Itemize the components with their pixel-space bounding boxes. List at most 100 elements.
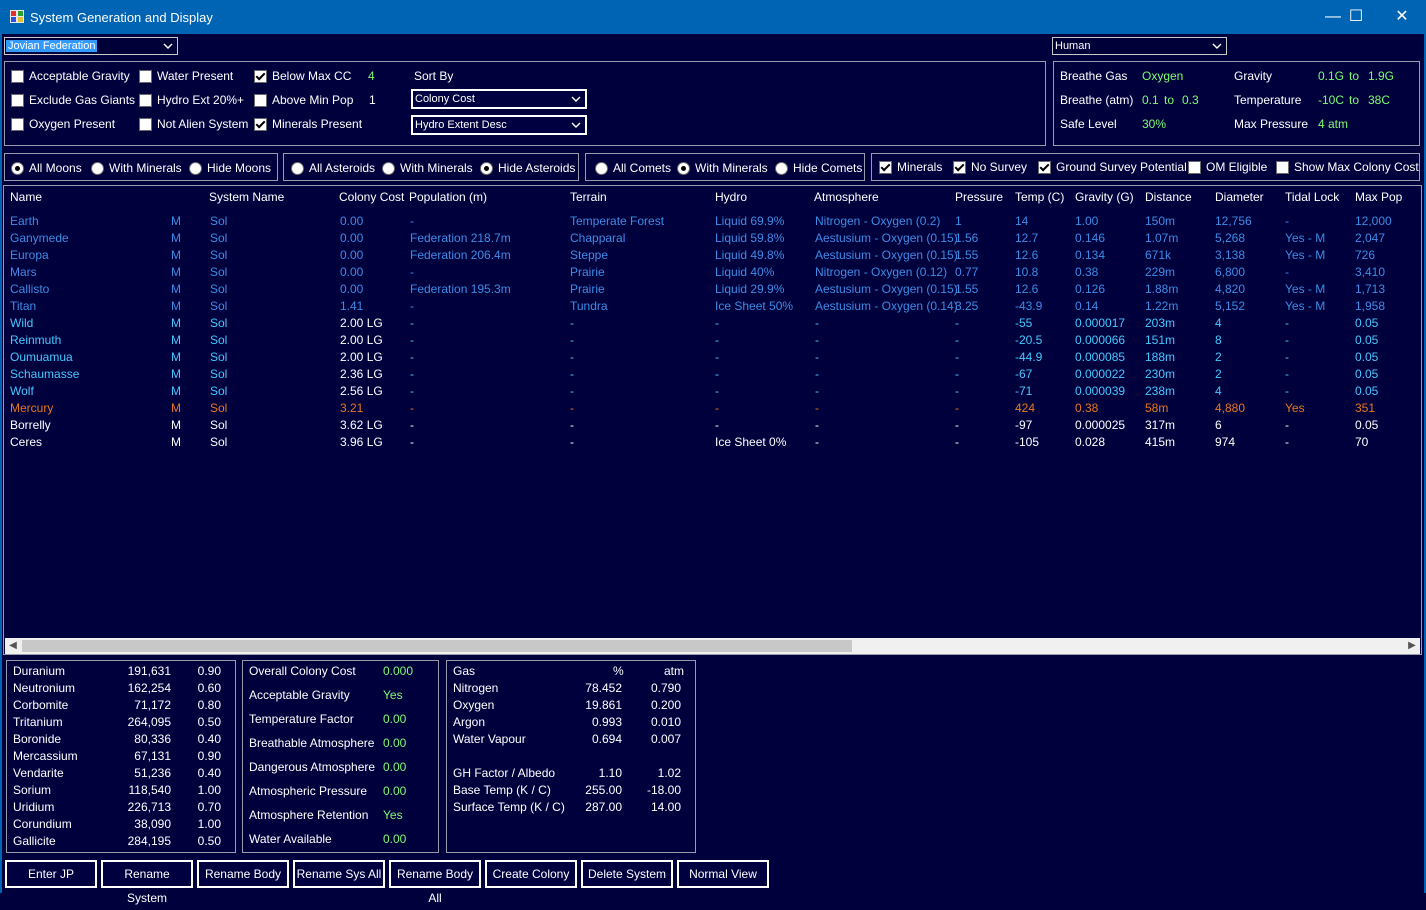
rename-body-all-button[interactable]: Rename Body All	[389, 860, 481, 905]
table-cell: Tundra	[570, 299, 608, 313]
exclude-gas-giants-checkbox[interactable]	[11, 94, 24, 107]
sort-secondary-select[interactable]: Hydro Extent Desc	[411, 115, 587, 135]
column-header[interactable]: Distance	[1145, 190, 1192, 204]
table-row[interactable]: Wild M Sol 2.00 LG - - - - - -55 0.000017 203m 4 - 0.0…	[4, 316, 1421, 333]
table-cell: -	[410, 265, 414, 279]
asteroids-with-minerals-radio[interactable]	[382, 162, 395, 175]
below-max-cc-value[interactable]: 4	[368, 69, 375, 83]
horizontal-scrollbar[interactable]: ◀ ▶	[5, 638, 1420, 654]
temp-to: to	[1349, 93, 1360, 107]
table-cell: 1.41	[340, 299, 364, 313]
factor-value-a: 287.00	[585, 800, 622, 814]
enter-jp-button[interactable]: Enter JP	[5, 860, 97, 888]
hide-comets-radio[interactable]	[775, 162, 788, 175]
column-header[interactable]: Name	[10, 190, 42, 204]
max-pressure-value: 4 atm	[1318, 117, 1349, 131]
comets-with-minerals-radio[interactable]	[677, 162, 690, 175]
table-cell: 8	[1215, 333, 1222, 347]
minerals-present-checkbox[interactable]	[254, 118, 267, 131]
table-cell: Sol	[210, 282, 228, 296]
moons-with-minerals-radio[interactable]	[91, 162, 104, 175]
table-cell: Titan	[10, 299, 37, 313]
table-cell: -44.9	[1015, 350, 1043, 364]
all-comets-radio[interactable]	[595, 162, 608, 175]
species-select[interactable]: Human	[1052, 37, 1227, 55]
column-header[interactable]: Population (m)	[409, 190, 487, 204]
table-cell: 415m	[1145, 435, 1176, 449]
maximize-button[interactable]: ☐	[1333, 0, 1379, 34]
table-row[interactable]: Reinmuth M Sol 2.00 LG - - - - - -20.5 0.000066 151…	[4, 333, 1421, 350]
create-colony-button[interactable]: Create Colony	[485, 860, 577, 888]
hydro-ext-label: Hydro Ext 20%+	[157, 93, 245, 107]
table-row[interactable]: Mars M Sol 0.00 - Prairie Liquid 40% Nitrogen -…	[4, 265, 1421, 282]
table-cell: M	[171, 231, 181, 245]
column-header[interactable]: Hydro	[715, 190, 747, 204]
delete-system-button[interactable]: Delete System	[581, 860, 673, 888]
sort-primary-select[interactable]: Colony Cost	[411, 89, 587, 109]
table-cell: -	[715, 350, 719, 364]
all-asteroids-radio[interactable]	[291, 162, 304, 175]
oxygen-present-checkbox[interactable]	[11, 118, 24, 131]
column-header[interactable]: Max Pop	[1355, 190, 1402, 204]
all-moons-radio[interactable]	[11, 162, 24, 175]
table-row[interactable]: Callisto M Sol 0.00 Federation 195.3m Prairie…	[4, 282, 1421, 299]
minerals-checkbox[interactable]	[879, 161, 892, 174]
acceptable-gravity-checkbox[interactable]	[11, 70, 24, 83]
table-row[interactable]: Wolf M Sol 2.56 LG - - - - - -71 0.000039 238m 4 - 0.0…	[4, 384, 1421, 401]
table-row[interactable]: Earth M Sol 0.00 - Temperate Forest Liquid 69.…	[4, 214, 1421, 231]
table-row[interactable]: Mercury M Sol 3.21 - - - - - 424 0.38 58m 4,880 Yes 35…	[4, 401, 1421, 418]
table-row[interactable]: Oumuamua M Sol 2.00 LG - - - - - -44.9 0.000085 188…	[4, 350, 1421, 367]
hide-asteroids-radio[interactable]	[480, 162, 493, 175]
rename-system-button[interactable]: Rename System	[101, 860, 193, 905]
gravity-max: 1.9G	[1368, 69, 1395, 83]
column-header[interactable]: Tidal Lock	[1285, 190, 1339, 204]
factor-value-a: 1.10	[598, 766, 622, 780]
scroll-left-icon[interactable]: ◀	[5, 638, 21, 654]
table-row[interactable]: Ceres M Sol 3.96 LG - - Ice Sheet 0% - - -105 0.02…	[4, 435, 1421, 452]
table-cell: 424	[1015, 401, 1036, 415]
above-min-pop-checkbox[interactable]	[254, 94, 267, 107]
column-header[interactable]: Gravity (G)	[1075, 190, 1134, 204]
column-header[interactable]: Diameter	[1215, 190, 1264, 204]
column-header[interactable]: System Name	[209, 190, 284, 204]
chevron-down-icon	[571, 96, 581, 102]
system-bodies-table[interactable]: Name System Name Colony Cost Population (m)…	[3, 185, 1422, 655]
scroll-thumb[interactable]	[22, 640, 852, 652]
hydro-ext-checkbox[interactable]	[139, 94, 152, 107]
table-cell: 2.00 LG	[340, 316, 383, 330]
rename-body-button[interactable]: Rename Body	[197, 860, 289, 888]
table-cell: Yes - M	[1285, 231, 1326, 245]
show-max-cc-checkbox[interactable]	[1276, 161, 1289, 174]
ground-survey-checkbox[interactable]	[1038, 161, 1051, 174]
normal-view-button[interactable]: Normal View	[677, 860, 769, 888]
scroll-right-icon[interactable]: ▶	[1404, 638, 1420, 654]
table-row[interactable]: Europa M Sol 0.00 Federation 206.4m Steppe Liq…	[4, 248, 1421, 265]
water-present-checkbox[interactable]	[139, 70, 152, 83]
table-cell: Chapparal	[570, 231, 626, 245]
column-header[interactable]: Temp (C)	[1015, 190, 1064, 204]
table-cell: Liquid 29.9%	[715, 282, 785, 296]
table-cell: Oumuamua	[10, 350, 73, 364]
table-cell: M	[171, 418, 181, 432]
om-eligible-checkbox[interactable]	[1188, 161, 1201, 174]
below-max-cc-checkbox[interactable]	[254, 70, 267, 83]
rename-sys-all-button[interactable]: Rename Sys All	[293, 860, 385, 888]
table-cell: 1.07m	[1145, 231, 1179, 245]
close-button[interactable]: ✕	[1379, 0, 1425, 34]
column-header[interactable]: Pressure	[955, 190, 1003, 204]
table-cell: 3.21	[340, 401, 364, 415]
table-row[interactable]: Ganymede M Sol 0.00 Federation 218.7m Chappar…	[4, 231, 1421, 248]
table-row[interactable]: Borrelly M Sol 3.62 LG - - - - - -97 0.000025 317m 6…	[4, 418, 1421, 435]
hide-moons-radio[interactable]	[189, 162, 202, 175]
table-row[interactable]: Schaumasse M Sol 2.36 LG - - - - - -67 0.000022 230…	[4, 367, 1421, 384]
table-cell: 1	[955, 214, 962, 228]
above-min-pop-value[interactable]: 1	[369, 93, 376, 107]
column-header[interactable]: Colony Cost	[339, 190, 404, 204]
not-alien-system-checkbox[interactable]	[139, 118, 152, 131]
table-row[interactable]: Titan M Sol 1.41 - Tundra Ice Sheet 50% Aestusi…	[4, 299, 1421, 316]
race-select[interactable]: Jovian Federation	[4, 37, 178, 55]
colony-cost-row: Dangerous Atmosphere 0.00	[243, 760, 471, 777]
column-header[interactable]: Terrain	[570, 190, 607, 204]
no-survey-checkbox[interactable]	[953, 161, 966, 174]
column-header[interactable]: Atmosphere	[814, 190, 879, 204]
